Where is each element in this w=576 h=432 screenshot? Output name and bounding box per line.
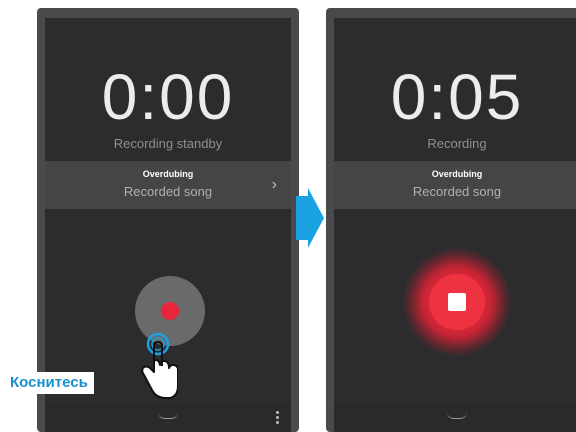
bottom-bar [334,404,576,432]
overdubbing-row[interactable]: Overdubing Recorded song [334,161,576,209]
record-dot-icon [161,302,179,320]
chevron-right-icon: › [271,176,277,193]
bottom-bar [45,404,291,432]
stop-square-icon [448,293,466,311]
timer-display: 0:05 [390,61,524,133]
arrow-right-icon [296,188,324,248]
collapse-handle-icon[interactable] [447,412,467,419]
screen-recording: 0:05 Recording Overdubing Recorded song [334,18,576,432]
more-options-icon[interactable] [276,411,279,426]
tap-instruction-label: Коснитесь [4,372,94,394]
overdubbing-label: Overdubing [142,169,194,179]
collapse-handle-icon[interactable] [158,412,178,419]
overdubbing-label: Overdubing [431,169,483,179]
timer-display: 0:00 [101,61,235,133]
stop-button[interactable] [429,274,485,330]
recording-status: Recording [427,136,487,151]
recorded-song-label: Recorded song [123,184,213,199]
recording-status: Recording standby [113,136,223,151]
recorded-song-label: Recorded song [412,184,502,199]
overdubbing-row[interactable]: Overdubing Recorded song › [45,161,291,209]
phone-recording: 0:05 Recording Overdubing Recorded song [326,8,576,432]
tap-hand-icon [141,332,178,399]
